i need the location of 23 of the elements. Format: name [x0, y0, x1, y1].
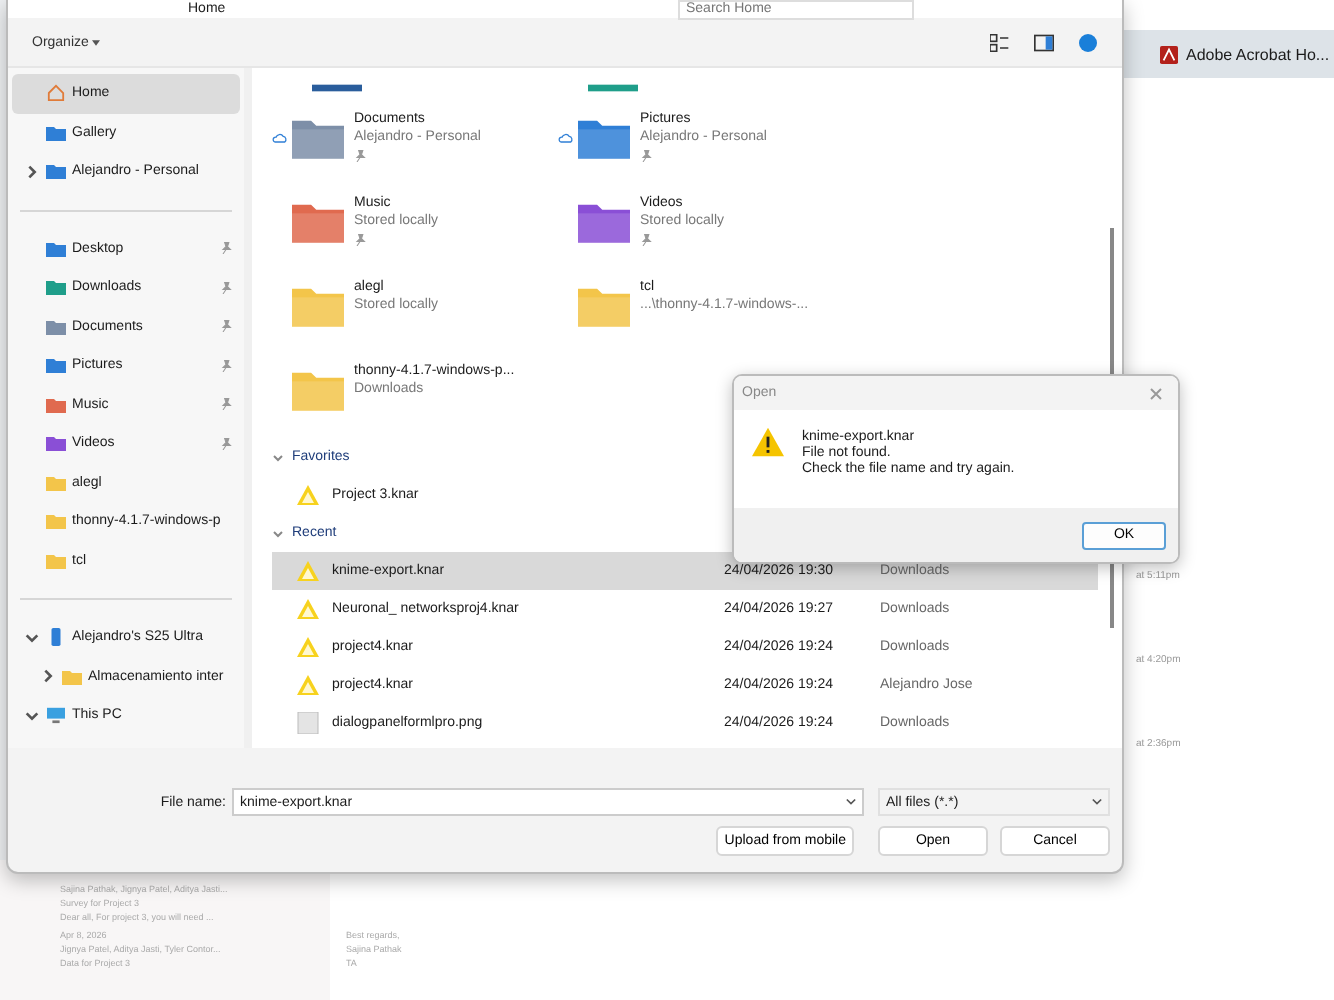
chevron-icon[interactable] — [24, 707, 40, 724]
triangle-icon — [296, 560, 320, 582]
view-icon[interactable] — [990, 33, 1010, 51]
caret-icon — [92, 39, 101, 45]
triangle-icon — [296, 598, 320, 620]
image-file-icon — [296, 712, 320, 734]
chevron-icon[interactable] — [24, 163, 40, 180]
monitor-icon — [46, 706, 66, 725]
browser-tab[interactable]: Adobe Acrobat Ho... — [1120, 30, 1334, 78]
pdf-icon — [1160, 45, 1178, 63]
triangle-icon — [296, 674, 320, 696]
preview-pane-icon[interactable] — [1034, 33, 1054, 51]
triangle-icon — [296, 636, 320, 658]
chevron-icon[interactable] — [40, 668, 56, 685]
house-icon — [46, 84, 66, 103]
phone-icon — [46, 628, 66, 647]
close-icon[interactable] — [1150, 387, 1162, 399]
chevron-icon[interactable] — [272, 451, 284, 463]
chevron-icon[interactable] — [24, 629, 40, 646]
help-icon[interactable] — [1078, 33, 1098, 51]
chevron-icon[interactable] — [272, 527, 284, 539]
triangle-icon — [296, 484, 320, 506]
warning-icon — [750, 426, 786, 458]
